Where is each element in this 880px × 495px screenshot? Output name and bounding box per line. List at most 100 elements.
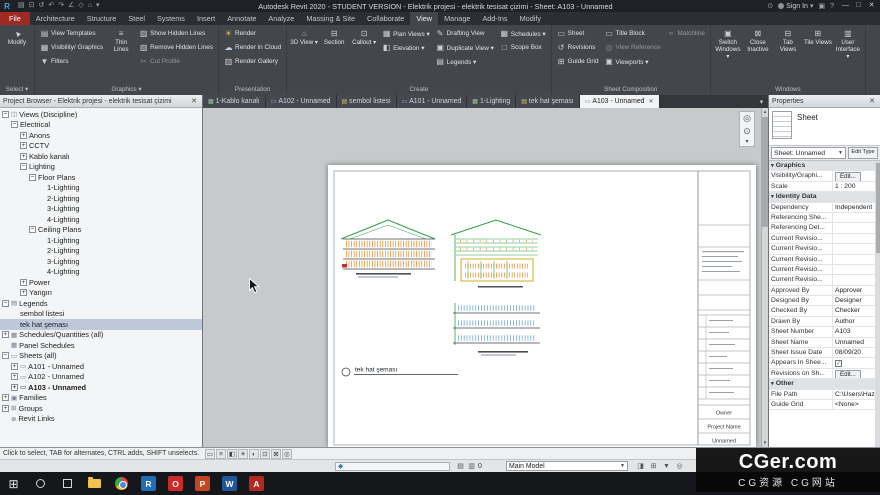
browser-item-electrical[interactable]: −Electrical	[0, 120, 202, 131]
design-options-icon[interactable]: ◨	[636, 462, 645, 471]
ribbon-tab-manage[interactable]: Manage	[438, 12, 476, 25]
edit-button[interactable]: Edit...	[835, 172, 861, 180]
browser-item-a102-unnamed[interactable]: +▭A102 - Unnamed	[0, 372, 202, 383]
selection-filter-icon[interactable]: ▥	[467, 462, 476, 471]
taskbar-autocad-button[interactable]: A	[243, 472, 270, 495]
panel-label-sheet-composition[interactable]: Sheet Composition	[552, 84, 710, 95]
document-tab-tek-hat-şeması[interactable]: ▤tek hat şeması	[516, 95, 579, 108]
ribbon-tab-collaborate[interactable]: Collaborate	[361, 12, 410, 25]
full-navigation-wheel-icon[interactable]: ◎	[740, 112, 754, 125]
browser-item-kablo-kanalı[interactable]: +Kablo kanalı	[0, 151, 202, 162]
ribbon-button-thin-lines[interactable]: ≡Thin Lines	[107, 27, 135, 53]
edit-type-button[interactable]: Edit Type	[848, 147, 878, 159]
document-tab-1-lighting[interactable]: ▦1-Lighting	[467, 95, 516, 108]
ribbon-button-matchline[interactable]: ≈Matchline	[665, 27, 707, 40]
ribbon-button-close-inactive[interactable]: ⊠Close Inactive	[744, 27, 772, 53]
expander-expand-icon[interactable]: +	[20, 153, 27, 160]
checkbox-checked[interactable]: ✓	[835, 360, 842, 367]
edit-button[interactable]: Edit...	[835, 370, 861, 378]
browser-item-2-lighting[interactable]: 2-Lighting	[0, 193, 202, 204]
ribbon-button-callout[interactable]: ⊡Callout ▾	[350, 27, 378, 46]
expander-expand-icon[interactable]: +	[20, 289, 27, 296]
taskbar-word-button[interactable]: W	[216, 472, 243, 495]
expander-expand-icon[interactable]: +	[11, 363, 18, 370]
property-group-identity-data[interactable]: ▾Identity Data	[769, 192, 875, 202]
help-icon[interactable]: ?	[830, 3, 834, 10]
ribbon-button-section[interactable]: ⊟Section	[320, 27, 348, 46]
expander-collapse-icon[interactable]: −	[2, 300, 9, 307]
crop-icon[interactable]: ⊡	[260, 449, 270, 459]
navbar-chevron-icon[interactable]: ▾	[740, 138, 754, 146]
app-store-icon[interactable]: ▣	[818, 2, 825, 10]
ribbon-button-drafting-view[interactable]: ✎Drafting View	[434, 27, 496, 40]
ribbon-tab-insert[interactable]: Insert	[191, 12, 221, 25]
ribbon-tab-architecture[interactable]: Architecture	[30, 12, 81, 25]
ribbon-button-elevation[interactable]: ◧Elevation ▾	[380, 41, 431, 54]
window-close-button[interactable]: ✕	[865, 0, 878, 12]
expander-expand-icon[interactable]: +	[20, 132, 27, 139]
taskbar-file-explorer-button[interactable]	[81, 472, 108, 495]
detail-icon[interactable]: ≡	[216, 449, 226, 459]
redo-icon[interactable]: ↷	[58, 0, 64, 12]
filter-status-icon[interactable]: ▼	[662, 462, 671, 471]
browser-item-1-lighting[interactable]: 1-Lighting	[0, 235, 202, 246]
property-group-other[interactable]: ▾Other	[769, 379, 875, 389]
browser-item-sembol-listesi[interactable]: sembol listesi	[0, 309, 202, 320]
browser-item-families[interactable]: +▣Families	[0, 393, 202, 404]
expander-expand-icon[interactable]: +	[2, 405, 9, 412]
worksets-icon[interactable]: ⊞	[649, 462, 658, 471]
document-tab-sembol-listesi[interactable]: ▤sembol listesi	[337, 95, 397, 108]
tag-icon[interactable]: ◇	[78, 0, 83, 12]
3d-view-icon[interactable]: ⌂	[88, 0, 92, 12]
save-icon[interactable]: ⊡	[29, 0, 35, 12]
shadows-icon[interactable]: ◐	[249, 449, 259, 459]
scrollbar-thumb[interactable]	[876, 163, 880, 253]
ribbon-tab-analyze[interactable]: Analyze	[262, 12, 300, 25]
browser-item-schedules-quantities-all[interactable]: +▦Schedules/Quantities (all)	[0, 330, 202, 341]
drawing-canvas[interactable]: Owner Project Name Unnamed	[203, 108, 768, 447]
expander-collapse-icon[interactable]: −	[29, 174, 36, 181]
browser-item-anons[interactable]: +Anons	[0, 130, 202, 141]
ribbon-button-revisions[interactable]: ↺Revisions	[555, 41, 601, 54]
ribbon-button-tile-views[interactable]: ⊞Tile Views	[804, 27, 832, 46]
ribbon-button-remove-hidden-lines[interactable]: ▧Remove Hidden Lines	[137, 41, 215, 54]
taskbar-chrome-button[interactable]	[108, 472, 135, 495]
expander-collapse-icon[interactable]: −	[11, 121, 18, 128]
ribbon-tab-view[interactable]: View	[410, 12, 438, 25]
window-minimize-button[interactable]: —	[839, 0, 852, 12]
expander-expand-icon[interactable]: +	[20, 279, 27, 286]
taskbar-search-button[interactable]	[27, 472, 54, 495]
browser-item-4-lighting[interactable]: 4-Lighting	[0, 267, 202, 278]
ribbon-button-guide-grid[interactable]: ⊞Guide Grid	[555, 55, 601, 68]
browser-item-3-lighting[interactable]: 3-Lighting	[0, 204, 202, 215]
document-tab-a102-unnamed[interactable]: ▭A102 - Unnamed	[266, 95, 337, 108]
document-tab-1-kablo-kanalı[interactable]: ▦1-Kablo kanalı	[203, 95, 266, 108]
ribbon-button-view-reference[interactable]: ◎View Reference	[603, 41, 663, 54]
expander-collapse-icon[interactable]: −	[20, 163, 27, 170]
ribbon-button-schedules[interactable]: ▦Schedules ▾	[498, 27, 548, 40]
ribbon-tab-file[interactable]: File	[0, 12, 30, 25]
open-icon[interactable]: ▤	[18, 0, 25, 12]
selection-toggle-icon[interactable]: ▤	[456, 462, 465, 471]
browser-item-revit-links[interactable]: ⊕Revit Links	[0, 414, 202, 425]
ribbon-button-cut-profile[interactable]: ✂Cut Profile	[137, 55, 215, 68]
taskbar-powerpoint-button[interactable]: P	[189, 472, 216, 495]
ribbon-button-plan-views[interactable]: ▦Plan Views ▾	[380, 27, 431, 40]
expander-expand-icon[interactable]: +	[2, 394, 9, 401]
ribbon-button-title-block[interactable]: ▭Title Block	[603, 27, 663, 40]
zoom-icon[interactable]: ⊙	[740, 125, 754, 138]
undo-icon[interactable]: ↶	[48, 0, 54, 12]
panel-label-presentation[interactable]: Presentation	[219, 84, 286, 95]
browser-item-2-lighting[interactable]: 2-Lighting	[0, 246, 202, 257]
expander-collapse-icon[interactable]: −	[29, 226, 36, 233]
ribbon-button-modify[interactable]: ▲Modify	[3, 27, 31, 46]
taskbar-task-view-button[interactable]	[54, 472, 81, 495]
properties-scrollbar[interactable]	[875, 161, 880, 447]
vertical-scrollbar[interactable]: ▲ ▼	[761, 108, 768, 447]
ribbon-button-view-templates[interactable]: ▤View Templates	[38, 27, 105, 40]
expander-expand-icon[interactable]: +	[11, 384, 18, 391]
project-browser-header[interactable]: Project Browser - Elektrik projesi - ele…	[0, 95, 202, 108]
expander-collapse-icon[interactable]: −	[2, 352, 9, 359]
ribbon-tab-structure[interactable]: Structure	[81, 12, 123, 25]
scale-icon[interactable]: ▭	[205, 449, 215, 459]
